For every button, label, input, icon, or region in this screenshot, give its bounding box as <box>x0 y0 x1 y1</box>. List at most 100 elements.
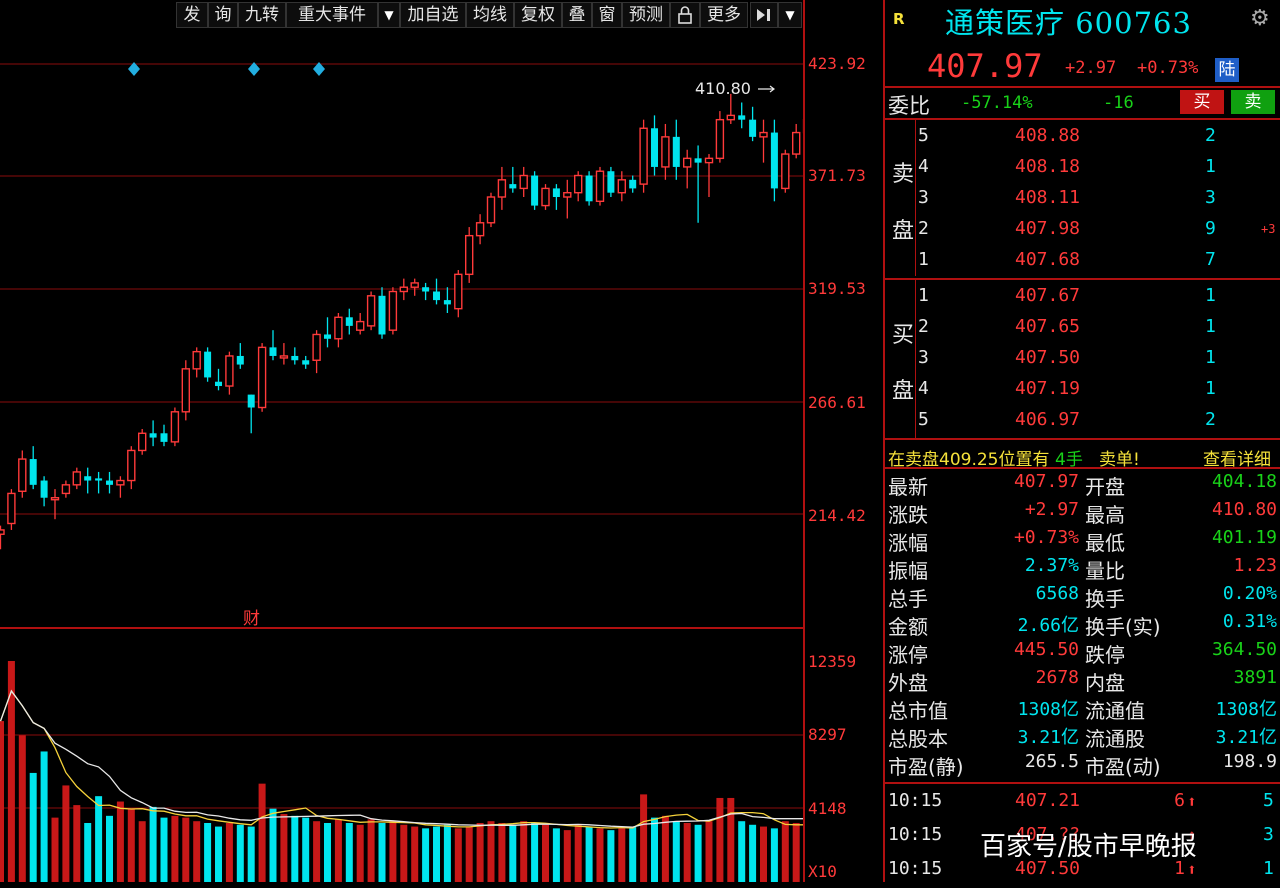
stat-value: 445.50 <box>1013 639 1079 660</box>
candle-body <box>738 115 746 120</box>
candle-body <box>378 295 386 335</box>
ask-row[interactable]: 4 408.18 1 <box>885 152 1280 183</box>
bid-volume: 1 <box>1205 316 1216 337</box>
trade-time: 10:15 <box>888 858 943 879</box>
stat-value: 404.18 <box>1211 471 1277 492</box>
stat-value: 1308亿 <box>1215 699 1277 720</box>
divider <box>885 438 1280 440</box>
toolbar-more-dropdown-icon[interactable]: ▼ <box>778 2 802 28</box>
volume-bar <box>433 826 440 882</box>
stat-label: 市盈(动) <box>1085 755 1161 779</box>
volume-bar <box>716 797 724 882</box>
candle-body <box>629 179 637 189</box>
stat-label: 总股本 <box>888 727 948 751</box>
candle-body <box>84 476 92 481</box>
volume-bar <box>487 821 495 882</box>
volume-bar <box>345 822 353 882</box>
hk-connect-badge: 陆 <box>1215 58 1239 82</box>
bid-row[interactable]: 5 406.97 2 <box>885 405 1280 436</box>
ask-price: 407.68 <box>1015 249 1081 270</box>
stat-value: 410.80 <box>1211 499 1277 520</box>
up-arrow-icon: ⬆ <box>1187 792 1197 811</box>
stat-label: 跌停 <box>1085 643 1125 667</box>
candle-body <box>302 360 310 365</box>
volume-bar <box>204 822 212 882</box>
bid-row[interactable]: 1 407.67 1 <box>885 281 1280 312</box>
candle-body <box>770 132 778 189</box>
bid-price: 407.50 <box>1015 347 1081 368</box>
price-axis-label: 371.73 <box>808 166 866 185</box>
toolbar-more-button[interactable]: 更多 <box>700 2 748 28</box>
kline-chart[interactable]: 410.80 财 <box>0 30 803 882</box>
bid-row[interactable]: 2 407.65 1 <box>885 312 1280 343</box>
candle-body <box>279 355 289 359</box>
volume-bar <box>0 721 4 882</box>
bid-row[interactable]: 4 407.19 1 <box>885 374 1280 405</box>
lock-icon[interactable] <box>670 2 700 28</box>
candle-body <box>465 234 474 276</box>
bid-price: 407.67 <box>1015 285 1081 306</box>
stat-value: 3.21亿 <box>1215 727 1277 748</box>
volume-bar <box>411 826 419 882</box>
volume-bar <box>215 826 222 882</box>
toolbar-inquiry-button[interactable]: 询 <box>208 2 238 28</box>
candle-body <box>574 174 583 194</box>
candle-body <box>781 153 790 190</box>
trade-volume: 6 <box>1174 790 1185 811</box>
volume-bar <box>563 830 571 882</box>
stat-label: 流通值 <box>1085 699 1145 723</box>
toolbar-adjust-button[interactable]: 复权 <box>514 2 562 28</box>
toolbar-nine-turn-button[interactable]: 九转 <box>238 2 286 28</box>
candle-body <box>607 171 615 193</box>
volume-bar <box>116 801 124 882</box>
toolbar-events-dropdown-icon[interactable]: ▼ <box>378 2 400 28</box>
toolbar-add-watchlist-button[interactable]: 加自选 <box>400 2 466 28</box>
stat-value: 2.37% <box>1024 555 1079 576</box>
r-badge: R <box>893 10 905 28</box>
ask-row[interactable]: 3 408.11 3 <box>885 183 1280 214</box>
volume-bar <box>476 822 484 882</box>
buy-button[interactable]: 买 <box>1180 90 1224 114</box>
toolbar-moving-average-button[interactable]: 均线 <box>466 2 514 28</box>
volume-bar <box>422 828 430 882</box>
candle-body <box>509 184 517 189</box>
candle-body <box>257 346 267 409</box>
candle-body <box>617 179 626 194</box>
candle-body <box>181 368 191 413</box>
stat-value: 0.31% <box>1222 611 1277 632</box>
stock-name[interactable]: 通策医疗 600763 <box>945 0 1192 42</box>
ask-level: 4 <box>918 156 929 177</box>
volume-bar <box>770 828 778 882</box>
candle-body <box>170 411 180 443</box>
ask-row[interactable]: 1 407.68 7 <box>885 245 1280 276</box>
volume-bar <box>629 826 637 882</box>
toolbar-major-events-button[interactable]: 重大事件 <box>286 2 378 28</box>
watermark: 百家号/股市早晚报 <box>980 832 1197 862</box>
toolbar-fa-button[interactable]: 发 <box>176 2 208 28</box>
ask-row[interactable]: 5 408.88 2 <box>885 121 1280 152</box>
candle-body <box>672 136 680 167</box>
volume-bar <box>258 783 266 882</box>
ask-row[interactable]: 2 407.98 9 +3 <box>885 214 1280 245</box>
ask-volume: 3 <box>1205 187 1216 208</box>
candle-body <box>792 131 801 155</box>
toolbar-overlay-button[interactable]: 叠 <box>562 2 592 28</box>
candle-body <box>106 480 113 485</box>
stat-label: 最高 <box>1085 503 1125 527</box>
bid-row[interactable]: 3 407.50 1 <box>885 343 1280 374</box>
ask-volume: 9 <box>1205 218 1216 239</box>
volume-bar <box>40 751 48 882</box>
volume-axis-unit: X10 <box>808 862 837 881</box>
toolbar-window-button[interactable]: 窗 <box>592 2 622 28</box>
candle-body <box>18 458 27 492</box>
volume-bar <box>465 826 473 882</box>
skip-to-end-icon[interactable] <box>750 2 778 28</box>
gear-icon[interactable]: ⚙ <box>1250 6 1270 31</box>
toolbar-forecast-button[interactable]: 预测 <box>622 2 670 28</box>
volume-bar <box>760 826 767 882</box>
volume-bar <box>618 828 626 882</box>
stat-value: 364.50 <box>1211 639 1277 660</box>
volume-axis-label: 12359 <box>808 652 857 671</box>
sell-button[interactable]: 卖 <box>1231 90 1275 114</box>
candle-body <box>247 394 255 408</box>
